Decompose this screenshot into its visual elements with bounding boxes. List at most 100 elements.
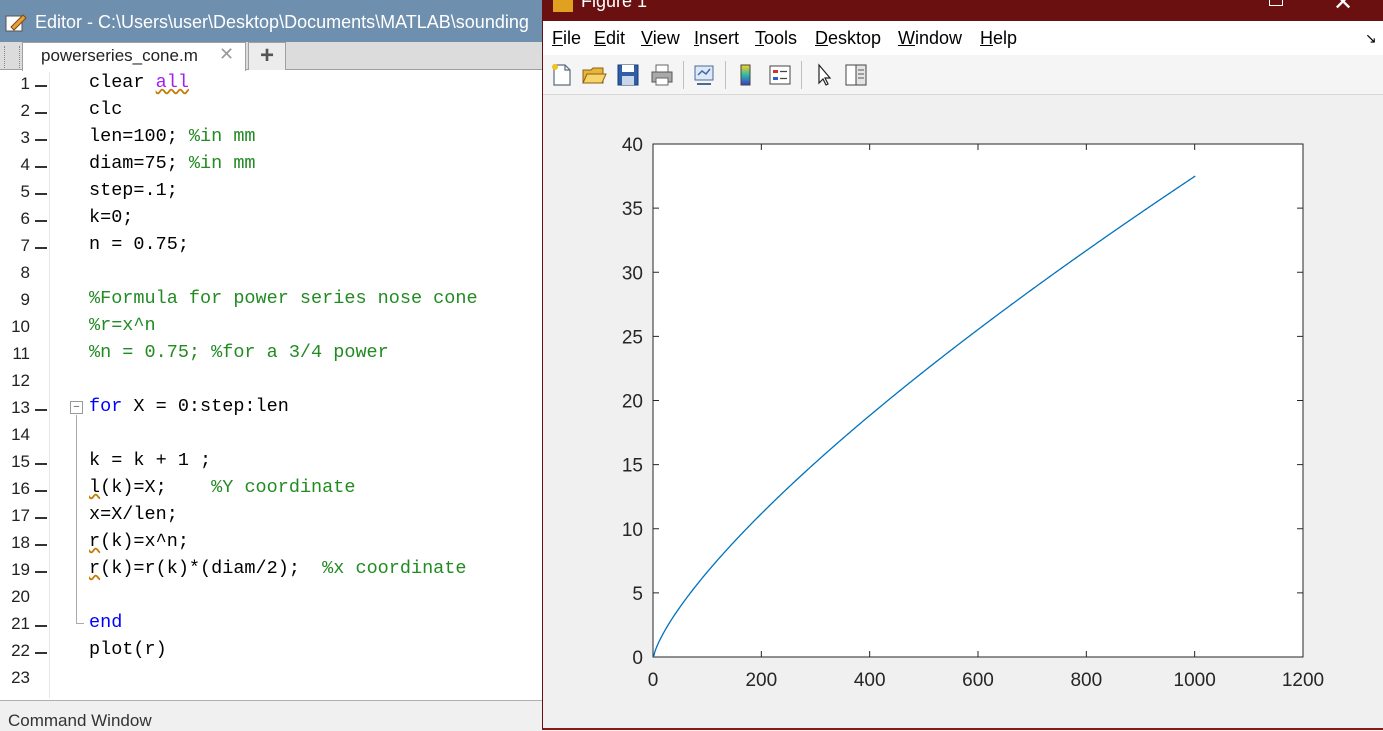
line-number: 12 [11,371,30,390]
line-number: 18 [11,533,30,552]
code-line-3: len=100; %in mm [89,126,256,147]
tab-close-icon[interactable]: ✕ [219,44,234,65]
line-number: 20 [11,587,30,606]
breakpoint-marker[interactable] [35,166,47,168]
dock-arrow-icon[interactable]: ↘ [1365,30,1377,47]
code-line-19: r(k)=r(k)*(diam/2); %x coordinate [89,558,467,579]
line-number: 9 [20,290,30,309]
menu-window[interactable]: Window [898,28,962,49]
x-tick-label: 200 [745,670,777,691]
menu-desktop[interactable]: Desktop [815,28,881,49]
fold-guide-line [76,415,77,623]
code-line-1: clear all [89,72,189,93]
breakpoint-marker[interactable] [35,112,47,114]
code-line-2: clc [89,99,123,120]
command-window-header[interactable]: Command Window [0,700,560,730]
line-number: 16 [11,479,30,498]
figure-window: Figure 1 ✕ File Edit View Insert Tools D… [542,0,1383,730]
line-number: 8 [20,263,30,282]
code-line-18: r(k)=x^n; [89,531,189,552]
line-number: 19 [11,560,30,579]
pointer-icon[interactable] [811,62,837,88]
close-icon[interactable]: ✕ [1333,0,1353,17]
new-figure-icon[interactable] [549,62,575,88]
open-file-icon[interactable] [581,62,607,88]
toolbar-separator [801,61,802,89]
code-line-10: %r=x^n [89,315,156,336]
y-tick-label: 10 [622,520,643,541]
line-chart[interactable]: 0 200 400 600 800 1000 1200 0 5 10 15 20 25 30 35 40 [543,96,1383,728]
menu-edit[interactable]: Edit [594,28,625,49]
y-tick-label: 35 [622,199,643,220]
y-tick-label: 40 [622,135,643,156]
breakpoint-marker[interactable] [35,247,47,249]
code-editor[interactable]: 1 2 3 4 5 6 7 8 9 10 11 12 13 14 15 16 17 18 19 20 21 22 23 − … [0,72,560,698]
fold-guide-end [76,623,84,624]
colorbar-icon[interactable] [733,62,759,88]
figure-titlebar[interactable]: Figure 1 ✕ [543,0,1383,21]
tab-powerseries-cone[interactable]: powerseries_cone.m ✕ [22,42,246,71]
code-line-5: step=.1; [89,180,178,201]
x-tick-label: 600 [962,670,994,691]
toolbar-separator [683,61,684,89]
line-number: 3 [20,128,30,147]
figure-title: Figure 1 [581,0,648,11]
line-number: 5 [20,182,30,201]
line-number: 17 [11,506,30,525]
tab-grip-handle[interactable] [4,46,20,68]
breakpoint-marker[interactable] [35,193,47,195]
command-window-label: Command Window [8,711,152,730]
line-number: 14 [11,425,30,444]
x-tick-label: 800 [1070,670,1102,691]
line-number: 2 [20,101,30,120]
legend-icon[interactable] [767,62,793,88]
print-icon[interactable] [649,62,675,88]
maximize-icon[interactable] [1269,0,1283,6]
code-fold-toggle[interactable]: − [70,401,83,414]
menu-tools[interactable]: Tools [755,28,797,49]
menu-view[interactable]: View [641,28,680,49]
y-tick-label: 5 [632,584,643,605]
x-tick-label: 1200 [1282,670,1324,691]
menu-insert[interactable]: Insert [694,28,739,49]
add-tab-button[interactable]: + [248,42,286,70]
code-line-22: plot(r) [89,639,167,660]
line-number: 1 [20,74,30,93]
x-tick-label: 0 [648,670,659,691]
breakpoint-marker[interactable] [35,571,47,573]
y-tick-label: 30 [622,263,643,284]
breakpoint-marker[interactable] [35,544,47,546]
line-number: 6 [20,209,30,228]
breakpoint-marker[interactable] [35,409,47,411]
code-line-17: x=X/len; [89,504,178,525]
save-icon[interactable] [615,62,641,88]
code-line-21: end [89,612,123,633]
figure-toolbar [543,55,1383,95]
menu-help[interactable]: Help [980,28,1017,49]
breakpoint-marker[interactable] [35,139,47,141]
breakpoint-marker[interactable] [35,85,47,87]
editor-titlebar[interactable]: Editor - C:\Users\user\Desktop\Documents… [0,0,560,42]
matlab-logo-icon [553,0,573,12]
line-number: 7 [20,236,30,255]
menu-file[interactable]: File [552,28,581,49]
axes-box [652,143,1304,658]
line-number: 13 [11,398,30,417]
breakpoint-marker[interactable] [35,517,47,519]
figure-menubar: File Edit View Insert Tools Desktop Wind… [543,21,1383,55]
editor-pencil-icon [5,14,27,32]
breakpoint-marker[interactable] [35,652,47,654]
link-plot-icon[interactable] [691,62,717,88]
editor-tab-row: powerseries_cone.m ✕ + [0,42,560,71]
breakpoint-marker[interactable] [35,220,47,222]
code-line-13: for X = 0:step:len [89,396,289,417]
y-tick-label: 25 [622,327,643,348]
code-line-7: n = 0.75; [89,234,189,255]
line-number: 23 [11,668,30,687]
y-tick-label: 0 [632,648,643,669]
breakpoint-marker[interactable] [35,625,47,627]
code-line-6: k=0; [89,207,134,228]
property-inspector-icon[interactable] [843,62,869,88]
breakpoint-marker[interactable] [35,463,47,465]
breakpoint-marker[interactable] [35,490,47,492]
